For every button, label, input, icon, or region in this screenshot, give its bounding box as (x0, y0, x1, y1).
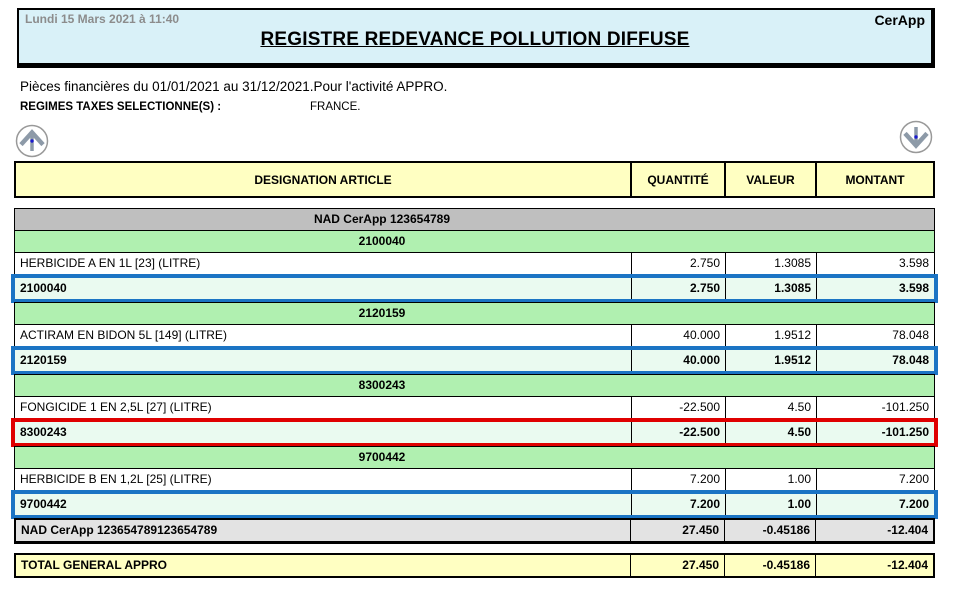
scroll-up-icon (15, 146, 49, 161)
article-row: HERBICIDE B EN 1,2L [25] (LITRE)7.2001.0… (14, 468, 935, 491)
row-amount: -12.404 (815, 555, 933, 576)
row-quantity: 40.000 (631, 325, 725, 346)
results-table: DESIGNATION ARTICLE QUANTITÉ VALEUR MONT… (14, 161, 935, 578)
row-quantity: 7.200 (631, 494, 725, 515)
row-value: 1.00 (725, 494, 816, 515)
row-value: 1.3085 (725, 278, 816, 299)
row-quantity: 27.450 (630, 555, 724, 576)
row-quantity: -22.500 (631, 397, 725, 418)
column-header-amount: MONTANT (815, 163, 933, 196)
period-line: Pièces financières du 01/01/2021 au 31/1… (20, 79, 447, 94)
row-designation: TOTAL GENERAL APPRO (16, 555, 630, 576)
row-quantity: 2.750 (631, 253, 725, 274)
code-band: 2100040 (14, 230, 935, 253)
band-label: 2100040 (15, 231, 934, 252)
row-value: 4.50 (725, 397, 816, 418)
band-label: 2120159 (15, 303, 934, 324)
row-amount: 3.598 (816, 278, 934, 299)
row-amount: 3.598 (816, 253, 934, 274)
subtotal-row-red: 8300243-22.5004.50-101.250 (11, 418, 938, 447)
scroll-down-icon (899, 142, 933, 157)
total-row: NAD CerApp 12365478912365478927.450-0.45… (14, 518, 935, 544)
row-designation: HERBICIDE B EN 1,2L [25] (LITRE) (15, 469, 631, 490)
row-value: 1.00 (725, 469, 816, 490)
report-page: Lundi 15 Mars 2021 à 11:40 CerApp REGIST… (0, 0, 960, 598)
row-value: -0.45186 (724, 520, 815, 541)
row-amount: -12.404 (815, 520, 933, 541)
row-designation: 2100040 (15, 278, 631, 299)
band-label: 9700442 (15, 447, 934, 468)
report-datetime: Lundi 15 Mars 2021 à 11:40 (25, 12, 179, 26)
row-value: 1.9512 (725, 325, 816, 346)
row-amount: 7.200 (816, 469, 934, 490)
row-amount: 7.200 (816, 494, 934, 515)
row-quantity: 27.450 (630, 520, 724, 541)
band-label: NAD CerApp 123654789 (15, 209, 934, 230)
article-row: FONGICIDE 1 EN 2,5L [27] (LITRE)-22.5004… (14, 396, 935, 419)
row-amount: 78.048 (816, 350, 934, 371)
subtotal-row-blue: 97004427.2001.007.200 (11, 490, 938, 519)
row-designation: 9700442 (15, 494, 631, 515)
page-title: REGISTRE REDEVANCE POLLUTION DIFFUSE (19, 29, 931, 51)
row-value: 1.3085 (725, 253, 816, 274)
row-quantity: 2.750 (631, 278, 725, 299)
row-designation: 8300243 (15, 422, 631, 443)
row-designation: NAD CerApp 123654789123654789 (16, 520, 630, 541)
row-designation: 2120159 (15, 350, 631, 371)
band-label: 8300243 (15, 375, 934, 396)
row-amount: -101.250 (816, 422, 934, 443)
header-box: Lundi 15 Mars 2021 à 11:40 CerApp REGIST… (17, 8, 935, 68)
brand-logo: CerApp (874, 12, 925, 28)
column-header-quantity: QUANTITÉ (630, 163, 724, 196)
code-band: 8300243 (14, 374, 935, 397)
code-band: 9700442 (14, 446, 935, 469)
total-row: TOTAL GENERAL APPRO27.450-0.45186-12.404 (14, 553, 935, 578)
regimes-value: FRANCE. (310, 101, 360, 113)
row-amount: 78.048 (816, 325, 934, 346)
row-quantity: -22.500 (631, 422, 725, 443)
regimes-label: REGIMES TAXES SELECTIONNE(S) : (20, 101, 221, 113)
subtotal-row-blue: 21000402.7501.30853.598 (11, 274, 938, 303)
row-designation: ACTIRAM EN BIDON 5L [149] (LITRE) (15, 325, 631, 346)
subtotal-row-blue: 212015940.0001.951278.048 (11, 346, 938, 375)
row-designation: HERBICIDE A EN 1L [23] (LITRE) (15, 253, 631, 274)
article-row: HERBICIDE A EN 1L [23] (LITRE)2.7501.308… (14, 252, 935, 275)
scroll-up-button[interactable] (15, 124, 49, 158)
row-value: 4.50 (725, 422, 816, 443)
row-value: 1.9512 (725, 350, 816, 371)
row-value: -0.45186 (724, 555, 815, 576)
code-band: 2120159 (14, 302, 935, 325)
table-body: NAD CerApp 1236547892100040HERBICIDE A E… (14, 208, 935, 578)
group-header-band: NAD CerApp 123654789 (14, 208, 935, 231)
table-header-row: DESIGNATION ARTICLE QUANTITÉ VALEUR MONT… (14, 161, 935, 198)
row-amount: -101.250 (816, 397, 934, 418)
row-designation: FONGICIDE 1 EN 2,5L [27] (LITRE) (15, 397, 631, 418)
column-header-value: VALEUR (724, 163, 815, 196)
article-row: ACTIRAM EN BIDON 5L [149] (LITRE)40.0001… (14, 324, 935, 347)
row-quantity: 40.000 (631, 350, 725, 371)
row-quantity: 7.200 (631, 469, 725, 490)
scroll-down-button[interactable] (899, 120, 933, 154)
header-top-bar: Lundi 15 Mars 2021 à 11:40 CerApp (19, 10, 931, 28)
column-header-designation: DESIGNATION ARTICLE (16, 163, 630, 196)
